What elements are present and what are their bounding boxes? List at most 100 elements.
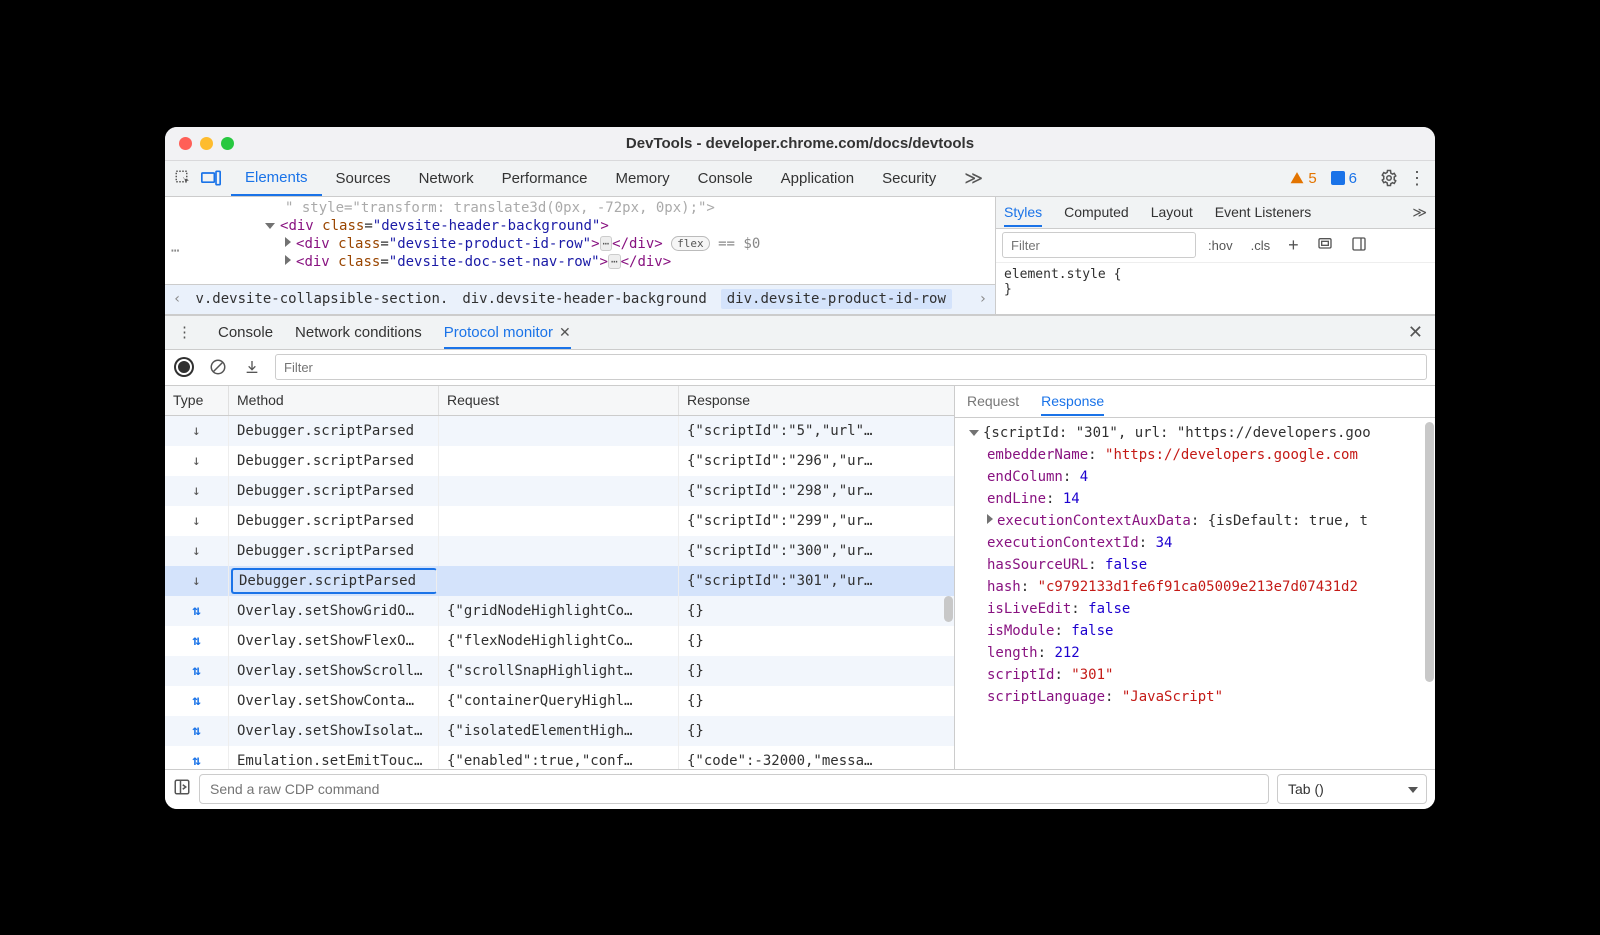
col-type[interactable]: Type — [165, 386, 229, 415]
detail-value: false — [1105, 557, 1147, 573]
collapsed-lines-icon[interactable]: ⋯ — [171, 243, 179, 259]
warnings-badge[interactable]: 5 — [1290, 170, 1316, 187]
tab-application[interactable]: Application — [767, 161, 868, 196]
styles-tab-styles[interactable]: Styles — [1004, 204, 1042, 227]
protocol-filter-input[interactable] — [275, 354, 1427, 380]
styles-tab-computed[interactable]: Computed — [1064, 204, 1129, 220]
styles-tab-overflow-icon[interactable]: ≫ — [1412, 204, 1427, 221]
warnings-count: 5 — [1308, 170, 1316, 187]
breadcrumb-segment[interactable]: div.devsite-product-id-row — [721, 289, 952, 309]
tab-sources[interactable]: Sources — [322, 161, 405, 196]
dom-tree[interactable]: " style="transform: translate3d(0px, -72… — [165, 197, 995, 284]
table-row[interactable]: ⇅Overlay.setShowGridO…{"gridNodeHighligh… — [165, 596, 954, 626]
tab-performance[interactable]: Performance — [488, 161, 602, 196]
col-method[interactable]: Method — [229, 386, 439, 415]
cdp-command-input[interactable] — [199, 774, 1269, 804]
target-tab-select[interactable]: Tab () — [1277, 774, 1427, 804]
device-toolbar-icon[interactable] — [199, 170, 223, 186]
close-window-icon[interactable] — [179, 137, 192, 150]
tab-memory[interactable]: Memory — [601, 161, 683, 196]
more-menu-icon[interactable]: ⋮ — [1405, 168, 1429, 189]
detail-value: "301" — [1071, 667, 1113, 683]
save-icon[interactable] — [241, 358, 263, 376]
col-response[interactable]: Response — [679, 386, 954, 415]
styles-tab-eventlisteners[interactable]: Event Listeners — [1215, 204, 1312, 220]
cell-response: {"scriptId":"300","ur… — [679, 536, 954, 566]
table-row[interactable]: ↓Debugger.scriptParsed{"scriptId":"301",… — [165, 566, 954, 596]
tab-security[interactable]: Security — [868, 161, 950, 196]
cell-method: Emulation.setEmitTouc… — [229, 746, 439, 769]
styles-body[interactable]: element.style { } — [996, 263, 1435, 301]
ellipsis-icon[interactable]: ⋯ — [600, 236, 613, 251]
detail-tab-request[interactable]: Request — [967, 393, 1019, 409]
crumb-scroll-left-icon[interactable]: ‹ — [173, 291, 181, 307]
inspect-element-icon[interactable] — [171, 169, 195, 187]
dom-line[interactable]: " style="transform: translate3d(0px, -72… — [165, 199, 995, 217]
table-row[interactable]: ↓Debugger.scriptParsed{"scriptId":"5","u… — [165, 416, 954, 446]
cell-request: {"scrollSnapHighlight… — [439, 656, 679, 686]
expand-toggle-icon[interactable] — [285, 255, 291, 265]
scrollbar-thumb[interactable] — [1425, 422, 1434, 682]
sent-received-arrow-icon: ⇅ — [165, 716, 229, 746]
scrollbar-thumb[interactable] — [944, 596, 953, 622]
detail-header: {scriptId: "301", url: "https://develope… — [983, 425, 1371, 441]
tab-network[interactable]: Network — [405, 161, 488, 196]
drawer-tab-protocol-monitor[interactable]: Protocol monitor ✕ — [444, 324, 571, 349]
record-icon[interactable] — [173, 359, 195, 375]
styles-filter-input[interactable] — [1002, 232, 1196, 258]
breadcrumb-segment[interactable]: div.devsite-header-background — [462, 291, 706, 307]
detail-body[interactable]: {scriptId: "301", url: "https://develope… — [955, 418, 1435, 769]
hov-toggle[interactable]: :hov — [1202, 236, 1239, 255]
dom-line[interactable]: <div class="devsite-header-background"> — [165, 217, 995, 235]
table-row[interactable]: ⇅Overlay.setShowScroll…{"scrollSnapHighl… — [165, 656, 954, 686]
drawer-tab-console[interactable]: Console — [218, 324, 273, 341]
new-style-rule-icon[interactable]: + — [1282, 233, 1305, 258]
grid-body[interactable]: ↓Debugger.scriptParsed{"scriptId":"5","u… — [165, 416, 954, 769]
flex-badge[interactable]: flex — [671, 236, 710, 251]
tab-elements[interactable]: Elements — [231, 161, 322, 196]
cell-method: Debugger.scriptParsed — [231, 568, 437, 594]
table-row[interactable]: ↓Debugger.scriptParsed{"scriptId":"296",… — [165, 446, 954, 476]
table-row[interactable]: ↓Debugger.scriptParsed{"scriptId":"298",… — [165, 476, 954, 506]
close-drawer-icon[interactable]: ✕ — [1408, 322, 1423, 343]
crumb-scroll-right-icon[interactable]: › — [979, 291, 987, 307]
expand-toggle-icon[interactable] — [969, 430, 979, 436]
tab-overflow-icon[interactable]: ≫ — [950, 161, 997, 196]
detail-value: false — [1071, 623, 1113, 639]
dom-line[interactable]: <div class="devsite-doc-set-nav-row">⋯</… — [165, 253, 995, 271]
breadcrumb-segment[interactable]: v.devsite-collapsible-section. — [195, 291, 448, 307]
settings-gear-icon[interactable] — [1377, 169, 1401, 187]
col-request[interactable]: Request — [439, 386, 679, 415]
cell-response: {} — [679, 656, 954, 686]
computed-styles-icon[interactable] — [1311, 234, 1339, 257]
toggle-sidebar-icon[interactable] — [1345, 234, 1373, 257]
protocol-footer: Tab () — [165, 769, 1435, 809]
clear-icon[interactable] — [207, 358, 229, 376]
drawer-menu-icon[interactable]: ⋮ — [177, 323, 192, 341]
zoom-window-icon[interactable] — [221, 137, 234, 150]
ellipsis-icon[interactable]: ⋯ — [608, 254, 621, 269]
target-tab-label: Tab () — [1288, 781, 1324, 797]
table-row[interactable]: ⇅Overlay.setShowFlexO…{"flexNodeHighligh… — [165, 626, 954, 656]
toggle-editor-icon[interactable] — [173, 778, 191, 800]
styles-tab-layout[interactable]: Layout — [1151, 204, 1193, 220]
close-tab-icon[interactable]: ✕ — [559, 324, 571, 341]
cls-toggle[interactable]: .cls — [1245, 236, 1277, 255]
dom-line[interactable]: <div class="devsite-product-id-row">⋯</d… — [165, 235, 995, 253]
styles-pane: Styles Computed Layout Event Listeners ≫… — [995, 197, 1435, 314]
cell-response: {"scriptId":"299","ur… — [679, 506, 954, 536]
table-row[interactable]: ⇅Emulation.setEmitTouc…{"enabled":true,"… — [165, 746, 954, 769]
table-row[interactable]: ↓Debugger.scriptParsed{"scriptId":"299",… — [165, 506, 954, 536]
minimize-window-icon[interactable] — [200, 137, 213, 150]
issues-badge[interactable]: 6 — [1331, 170, 1357, 187]
detail-tab-response[interactable]: Response — [1041, 393, 1104, 416]
expand-toggle-icon[interactable] — [987, 514, 993, 524]
drawer-tab-network-conditions[interactable]: Network conditions — [295, 324, 422, 341]
expand-toggle-icon[interactable] — [285, 237, 291, 247]
tab-console[interactable]: Console — [684, 161, 767, 196]
expand-toggle-icon[interactable] — [265, 223, 275, 229]
elements-pane: ⋯ " style="transform: translate3d(0px, -… — [165, 197, 995, 314]
table-row[interactable]: ⇅Overlay.setShowConta…{"containerQueryHi… — [165, 686, 954, 716]
table-row[interactable]: ↓Debugger.scriptParsed{"scriptId":"300",… — [165, 536, 954, 566]
table-row[interactable]: ⇅Overlay.setShowIsolat…{"isolatedElement… — [165, 716, 954, 746]
